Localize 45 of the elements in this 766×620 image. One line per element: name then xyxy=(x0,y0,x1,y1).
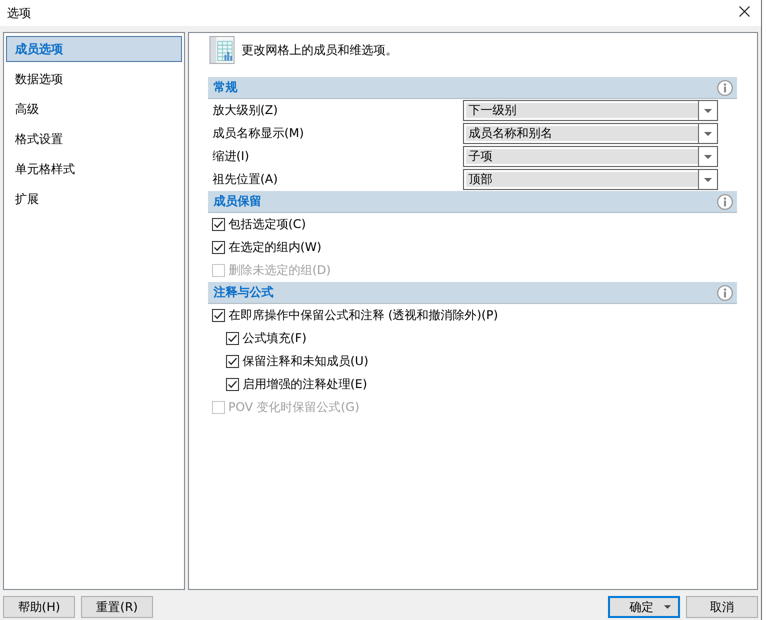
description-text: 更改网格上的成员和维选项。 xyxy=(241,42,398,58)
caret-icon[interactable] xyxy=(664,605,670,609)
field-label: 放大级别(Z) xyxy=(212,102,279,119)
checkbox-label[interactable]: 启用增强的注释处理(E) xyxy=(242,376,368,393)
checkbox[interactable] xyxy=(212,241,226,254)
dialog-button[interactable]: 取消 xyxy=(686,596,758,618)
dialog-button[interactable]: 确定 xyxy=(608,596,680,618)
caret-icon xyxy=(704,132,712,136)
sidebar-item[interactable]: 高级 xyxy=(6,96,182,122)
caret-icon xyxy=(704,108,712,112)
checkbox-label[interactable]: 在即席操作中保留公式和注释 (透视和撤消除外)(P) xyxy=(228,307,498,324)
dropdown[interactable]: 子项 xyxy=(463,146,718,167)
sidebar-item[interactable]: 数据选项 xyxy=(6,66,182,92)
section-title: 注释与公式 xyxy=(213,284,274,301)
checkbox[interactable] xyxy=(226,378,240,391)
spreadsheet-icon xyxy=(209,35,236,65)
checkbox[interactable] xyxy=(226,355,240,368)
info-icon[interactable] xyxy=(717,80,733,96)
sidebar-item[interactable]: 格式设置 xyxy=(6,126,182,152)
checkbox-label[interactable]: 包括选定项(C) xyxy=(228,216,306,233)
checkbox-label[interactable]: 在选定的组内(W) xyxy=(228,239,322,256)
dropdown[interactable]: 顶部 xyxy=(463,169,718,190)
field-label: 成员名称显示(M) xyxy=(212,125,305,142)
sidebar-item[interactable]: 扩展 xyxy=(6,186,182,212)
field-label: 祖先位置(A) xyxy=(212,171,279,188)
sidebar-item[interactable]: 单元格样式 xyxy=(6,156,182,182)
caret-icon xyxy=(704,178,712,182)
dialog-button[interactable]: 重置(R) xyxy=(81,596,153,618)
sidebar-item[interactable]: 成员选项 xyxy=(6,36,182,62)
checkbox-label[interactable]: 公式填充(F) xyxy=(242,330,307,347)
dialog-button[interactable]: 帮助(H) xyxy=(3,596,75,618)
caret-icon xyxy=(704,154,712,158)
section-title: 成员保留 xyxy=(213,193,262,210)
dropdown[interactable]: 下一级别 xyxy=(463,100,718,121)
checkbox-label[interactable]: 保留注释和未知成员(U) xyxy=(242,353,368,370)
section-title: 常规 xyxy=(213,79,238,96)
info-icon[interactable] xyxy=(717,194,733,210)
info-icon[interactable] xyxy=(717,284,733,300)
dropdown[interactable]: 成员名称和别名 xyxy=(463,123,718,144)
window-title: 选项 xyxy=(7,4,31,22)
checkbox[interactable] xyxy=(226,332,240,345)
close-icon[interactable] xyxy=(739,6,750,16)
checkbox[interactable] xyxy=(212,309,226,322)
checkbox[interactable] xyxy=(212,218,226,231)
field-label: 缩进(I) xyxy=(212,148,250,165)
